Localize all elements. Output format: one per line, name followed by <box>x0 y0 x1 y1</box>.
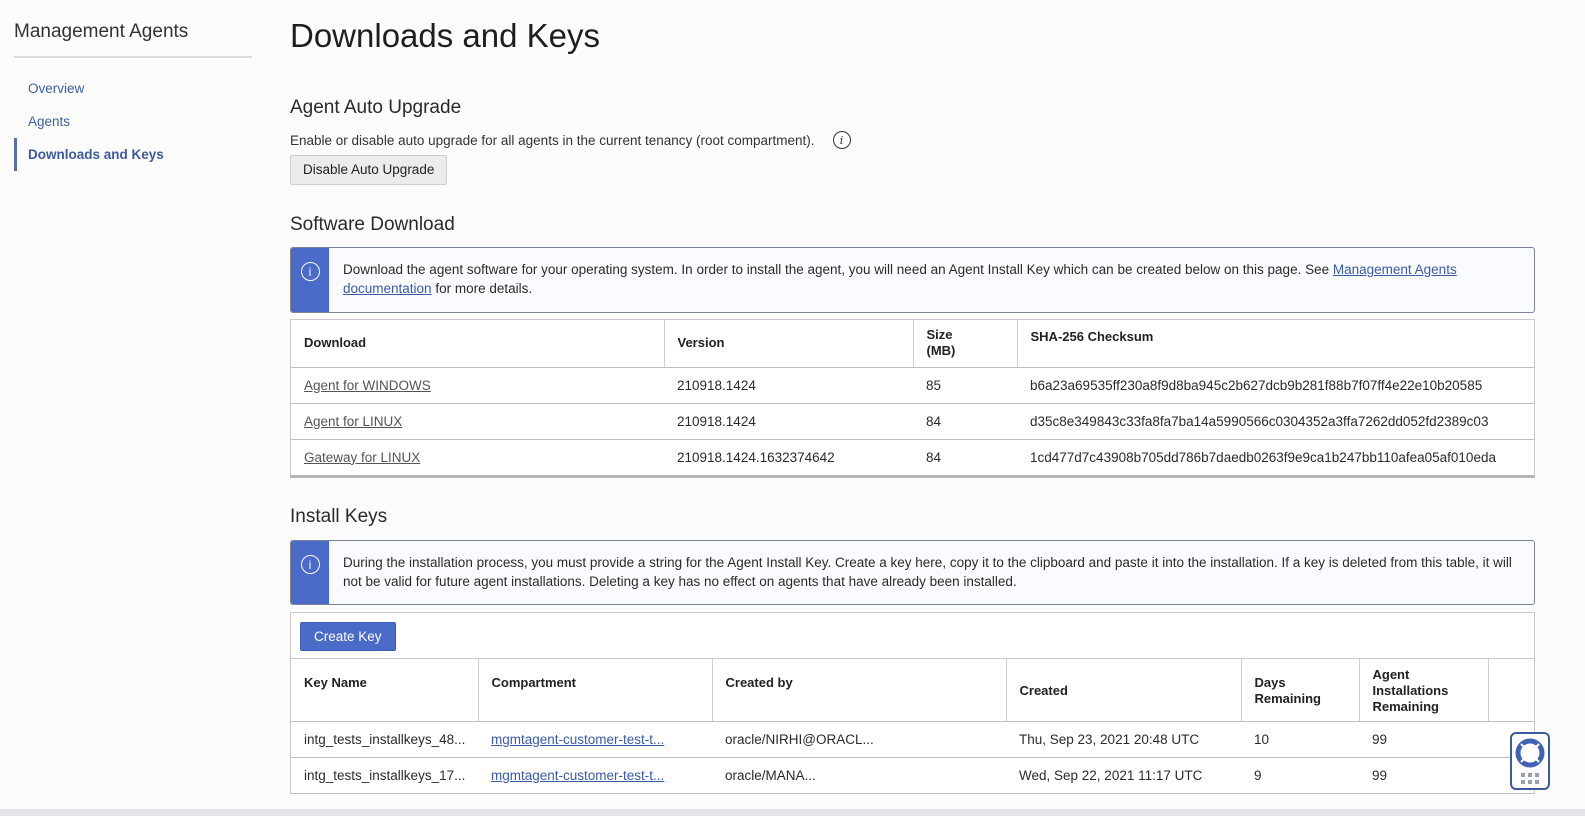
download-cell: Agent for LINUX <box>291 403 664 440</box>
days-remaining-cell: 9 <box>1241 757 1359 794</box>
sidebar: Management Agents Overview Agents Downlo… <box>14 0 252 171</box>
install-keys-section: Install Keys i During the installation p… <box>290 506 1535 794</box>
software-download-section: Software Download i Download the agent s… <box>290 214 1535 478</box>
grip-dots-icon[interactable] <box>1521 773 1539 784</box>
version-cell: 210918.1424.1632374642 <box>677 449 835 465</box>
download-link-agent-linux[interactable]: Agent for LINUX <box>304 414 402 429</box>
install-keys-info-text: During the installation process, you mus… <box>343 555 1512 589</box>
key-name-cell: intg_tests_installkeys_17... <box>291 757 478 794</box>
install-keys-info-box: i During the installation process, you m… <box>290 540 1535 605</box>
created-by-cell: oracle/MANA... <box>712 757 1006 794</box>
sidebar-item-overview[interactable]: Overview <box>14 72 252 105</box>
sidebar-title: Management Agents <box>14 0 252 58</box>
software-download-info-box: i Download the agent software for your o… <box>290 247 1535 313</box>
install-keys-title: Install Keys <box>290 506 388 527</box>
table-row: Agent for LINUX 210918.1424 84 d35c8e349… <box>291 403 1534 440</box>
size-cell: 84 <box>926 449 942 465</box>
column-header-created-by[interactable]: Created by <box>712 659 1007 722</box>
version-cell: 210918.1424 <box>664 403 913 440</box>
create-key-button[interactable]: Create Key <box>300 622 396 651</box>
sidebar-item-agents[interactable]: Agents <box>14 105 252 138</box>
checksum-cell: d35c8e349843c33fa8fa7ba14a5990566c030435… <box>1017 403 1534 440</box>
installs-remaining-cell: 99 <box>1359 757 1488 794</box>
created-cell: Thu, Sep 23, 2021 20:48 UTC <box>1006 721 1241 758</box>
compartment-cell: mgmtagent-customer-test-t... <box>478 757 712 794</box>
size-cell: 85 <box>913 367 1017 404</box>
created-by-cell: oracle/NIRHI@ORACL... <box>712 721 1006 758</box>
column-header-days-remaining[interactable]: Days Remaining <box>1241 659 1360 722</box>
table-row: Gateway for LINUX 210918.1424.1632374642… <box>291 439 1534 475</box>
auto-upgrade-description-row: Enable or disable auto upgrade for all a… <box>290 131 851 149</box>
install-keys-toolbar: Create Key <box>291 613 1534 659</box>
column-header-checksum[interactable]: SHA-256 Checksum <box>1017 320 1534 368</box>
compartment-link[interactable]: mgmtagent-customer-test-t... <box>491 768 664 783</box>
column-header-agent-installations-remaining[interactable]: Agent Installations Remaining <box>1359 659 1489 722</box>
help-widget-button[interactable] <box>1510 732 1550 790</box>
installs-remaining-cell: 99 <box>1359 721 1488 758</box>
table-row: Agent for WINDOWS 210918.1424 85 b6a23a6… <box>291 367 1534 404</box>
page: Management Agents Overview Agents Downlo… <box>0 0 1585 816</box>
compartment-link[interactable]: mgmtagent-customer-test-t... <box>491 732 664 747</box>
lifebuoy-icon <box>1515 738 1545 768</box>
install-keys-table-header: Key Name Compartment Created by Created … <box>291 659 1534 722</box>
size-cell: 84 <box>913 403 1017 440</box>
column-header-version[interactable]: Version <box>664 320 914 368</box>
bottom-scroll-edge <box>0 809 1585 816</box>
auto-upgrade-title: Agent Auto Upgrade <box>290 97 462 118</box>
auto-upgrade-section: Agent Auto Upgrade Enable or disable aut… <box>290 97 851 185</box>
downloads-table-header: Download Version Size (MB) SHA-256 Checks… <box>291 320 1534 368</box>
version-cell: 210918.1424 <box>664 367 913 404</box>
sidebar-item-downloads-and-keys[interactable]: Downloads and Keys <box>14 138 252 171</box>
download-cell: Agent for WINDOWS <box>291 367 664 404</box>
page-title: Downloads and Keys <box>290 17 601 54</box>
created-cell: Wed, Sep 22, 2021 11:17 UTC <box>1006 757 1241 794</box>
key-name-cell: intg_tests_installkeys_48... <box>291 721 478 758</box>
info-banner-icon: i <box>291 248 329 312</box>
download-link-agent-windows[interactable]: Agent for WINDOWS <box>304 378 431 393</box>
info-icon[interactable]: i <box>832 131 851 149</box>
software-download-title: Software Download <box>290 214 455 235</box>
auto-upgrade-description: Enable or disable auto upgrade for all a… <box>290 132 815 148</box>
software-download-info-text: Download the agent software for your ope… <box>343 262 1457 296</box>
info-banner-icon: i <box>291 541 329 604</box>
download-cell: Gateway for LINUX <box>291 439 664 475</box>
disable-auto-upgrade-button[interactable]: Disable Auto Upgrade <box>290 155 448 185</box>
days-remaining-cell: 10 <box>1241 721 1359 758</box>
checksum-cell: b6a23a69535ff230a8f9d8ba945c2b627dcb9b28… <box>1017 367 1534 404</box>
column-header-key-name[interactable]: Key Name <box>291 659 479 722</box>
sidebar-nav: Overview Agents Downloads and Keys <box>14 72 252 171</box>
table-row: intg_tests_installkeys_48... mgmtagent-c… <box>291 721 1534 758</box>
downloads-table: Download Version Size (MB) SHA-256 Checks… <box>290 319 1535 478</box>
table-row: intg_tests_installkeys_17... mgmtagent-c… <box>291 757 1534 794</box>
column-header-actions <box>1488 659 1534 722</box>
column-header-compartment[interactable]: Compartment <box>478 659 713 722</box>
install-keys-table: Create Key Key Name Compartment Created … <box>290 612 1535 794</box>
download-link-gateway-linux[interactable]: Gateway for LINUX <box>304 450 420 465</box>
column-header-size[interactable]: Size (MB) <box>913 320 1018 368</box>
compartment-cell: mgmtagent-customer-test-t... <box>478 721 712 758</box>
checksum-cell: 1cd477d7c43908b705dd786b7daedb0263f9e9ca… <box>1030 449 1496 465</box>
column-header-created[interactable]: Created <box>1006 659 1242 722</box>
column-header-download[interactable]: Download <box>291 320 665 368</box>
main-content: Downloads and Keys Agent Auto Upgrade En… <box>290 0 1535 794</box>
